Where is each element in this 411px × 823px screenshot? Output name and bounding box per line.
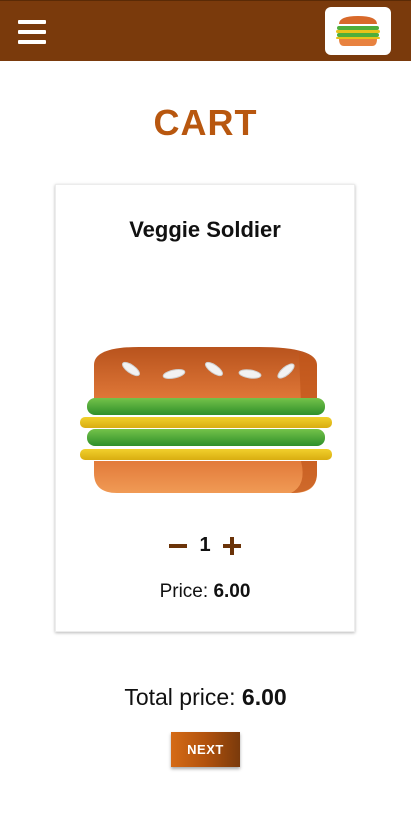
top-app-bar (0, 0, 411, 61)
page-title: CART (153, 102, 258, 143)
hamburger-menu-icon[interactable] (18, 20, 46, 44)
total-value: 6.00 (241, 684, 287, 710)
burger-logo-icon[interactable] (325, 7, 391, 55)
cart-item-card: Veggie Soldier 1 Price: 6.00 (55, 184, 355, 632)
increase-quantity-button[interactable] (221, 535, 243, 557)
decrease-quantity-button[interactable] (167, 535, 189, 557)
total-price: Total price: 6.00 (0, 684, 411, 711)
product-name: Veggie Soldier (129, 217, 281, 242)
item-price: Price: 6.00 (56, 581, 354, 603)
veggie-burger-icon (79, 345, 333, 500)
quantity-value: 1 (199, 534, 211, 556)
quantity-stepper: 1 (56, 534, 354, 557)
price-label: Price: (159, 581, 209, 602)
minus-icon (169, 543, 187, 548)
price-value: 6.00 (213, 581, 251, 602)
total-label: Total price: (124, 684, 236, 710)
next-button[interactable]: NEXT (171, 732, 240, 767)
